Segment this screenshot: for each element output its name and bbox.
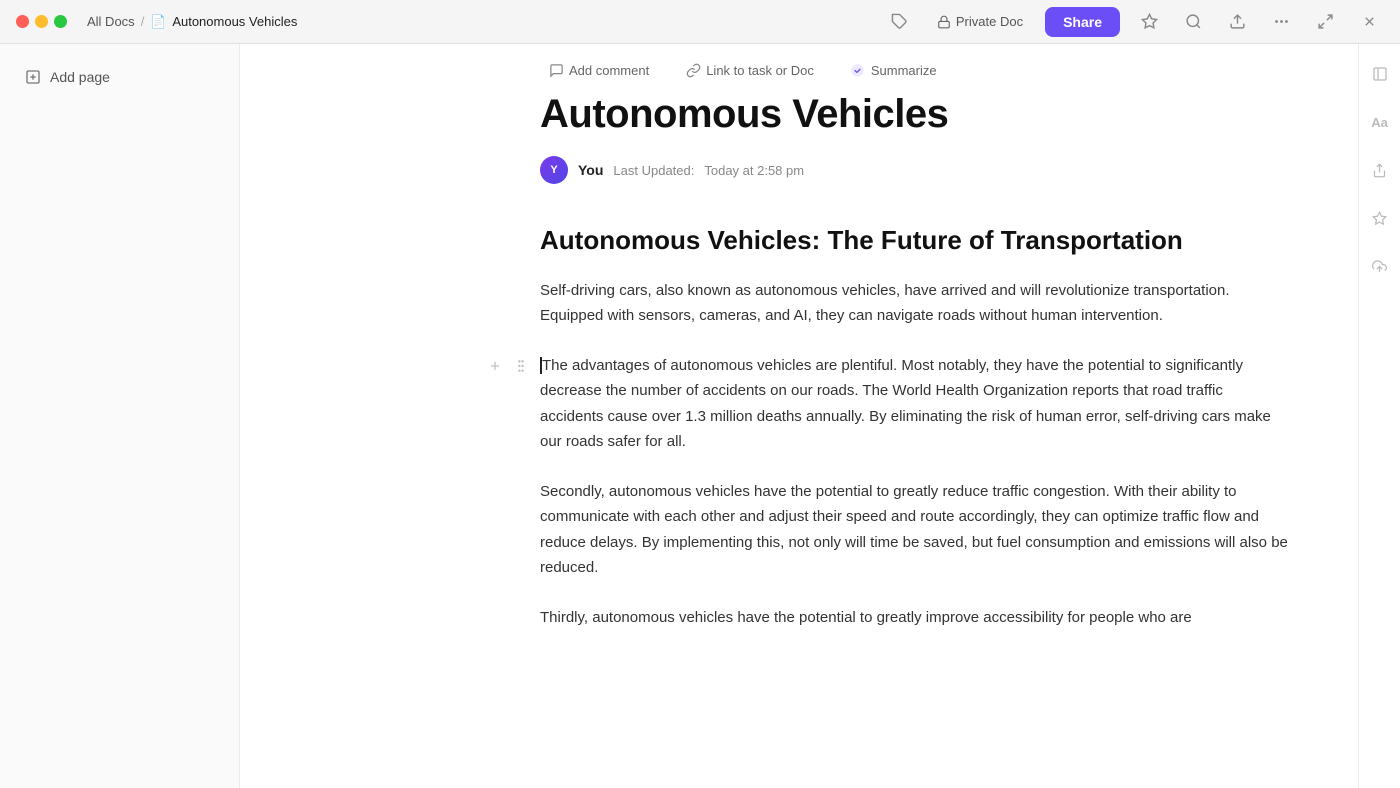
summarize-button[interactable]: Summarize [842,58,945,82]
summarize-label: Summarize [871,63,937,78]
paragraph-3-text: Secondly, autonomous vehicles have the p… [540,483,1288,577]
magic-button[interactable] [1366,204,1394,232]
doc-icon: 📄 [150,14,166,30]
search-button[interactable] [1178,7,1208,37]
add-page-icon [24,68,42,86]
add-comment-button[interactable]: Add comment [540,58,657,82]
add-page-label: Add page [50,69,110,85]
maximize-button[interactable] [54,15,67,28]
private-doc-button[interactable]: Private Doc [929,10,1031,33]
add-page-button[interactable]: Add page [8,60,231,94]
add-comment-label: Add comment [569,63,649,78]
minimize-button[interactable] [35,15,48,28]
main-layout: Add page Add comment [0,44,1400,788]
block-controls [484,355,532,377]
doc-last-updated-value: Today at 2:58 pm [704,163,804,178]
comment-icon [548,62,564,78]
summarize-icon [850,62,866,78]
collapse-sidebar-button[interactable] [1366,60,1394,88]
favorite-button[interactable] [1134,7,1164,37]
traffic-lights [16,15,67,28]
link-to-task-button[interactable]: Link to task or Doc [677,58,822,82]
doc-meta: Y You Last Updated: Today at 2:58 pm [540,156,1290,184]
breadcrumb: All Docs / 📄 Autonomous Vehicles [87,14,297,30]
doc-content: Autonomous Vehicles Y You Last Updated: … [540,90,1310,714]
close-window-button[interactable] [1354,7,1384,37]
all-docs-link[interactable]: All Docs [87,14,135,29]
paragraph-3[interactable]: Secondly, autonomous vehicles have the p… [540,479,1290,581]
breadcrumb-separator: / [141,14,145,29]
link-to-task-label: Link to task or Doc [706,63,814,78]
section-heading[interactable]: Autonomous Vehicles: The Future of Trans… [540,224,1290,258]
more-options-button[interactable] [1266,7,1296,37]
drag-block-button[interactable] [510,355,532,377]
upload-button[interactable] [1366,252,1394,280]
share-button[interactable]: Share [1045,7,1120,37]
fullscreen-button[interactable] [1310,7,1340,37]
paragraph-2-text: The advantages of autonomous vehicles ar… [540,357,1271,451]
paragraph-4-text: Thirdly, autonomous vehicles have the po… [540,609,1192,626]
paragraph-2[interactable]: The advantages of autonomous vehicles ar… [540,353,1290,455]
right-sidebar: Aa [1358,44,1400,788]
private-doc-label: Private Doc [956,14,1023,29]
doc-author: You [578,162,603,178]
author-avatar: Y [540,156,568,184]
tag-button[interactable] [885,7,915,37]
left-sidebar: Add page [0,44,240,788]
add-block-button[interactable] [484,355,506,377]
doc-last-updated-label: Last Updated: [613,163,694,178]
titlebar: All Docs / 📄 Autonomous Vehicles Private… [0,0,1400,44]
doc-title[interactable]: Autonomous Vehicles [540,90,1290,138]
breadcrumb-doc-title: Autonomous Vehicles [172,14,297,29]
paragraph-1[interactable]: Self-driving cars, also known as autonom… [540,278,1290,329]
doc-toolbar: Add comment Link to task or Doc [540,44,1298,90]
content-area[interactable]: Add comment Link to task or Doc [240,44,1358,788]
titlebar-actions: Private Doc Share [885,7,1384,37]
link-icon [685,62,701,78]
export-button[interactable] [1222,7,1252,37]
paragraph-1-text: Self-driving cars, also known as autonom… [540,282,1230,325]
font-size-button[interactable]: Aa [1366,108,1394,136]
paragraph-4[interactable]: Thirdly, autonomous vehicles have the po… [540,605,1290,631]
share-right-button[interactable] [1366,156,1394,184]
close-button[interactable] [16,15,29,28]
